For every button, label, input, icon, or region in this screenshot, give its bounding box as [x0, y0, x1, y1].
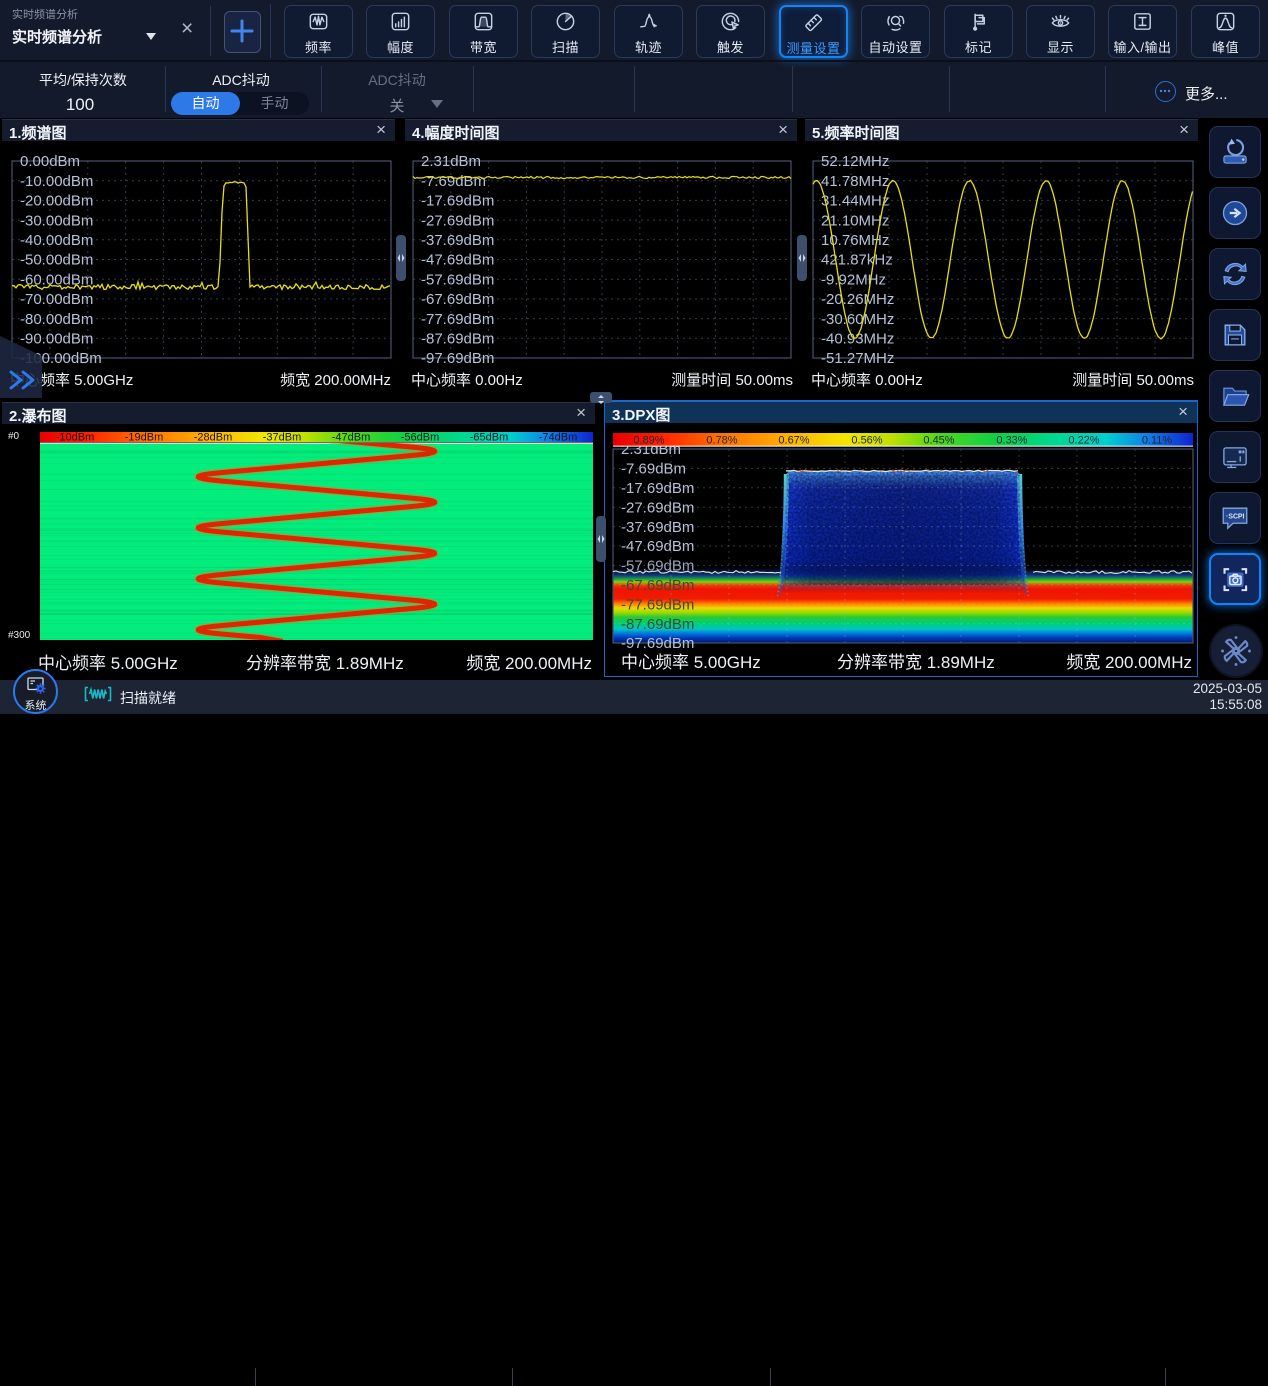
svg-text:-37.69dBm: -37.69dBm [421, 232, 494, 249]
svg-text:31.44MHz: 31.44MHz [821, 193, 889, 210]
svg-text:-20.26MHz: -20.26MHz [821, 291, 894, 308]
svg-text:-97.69dBm: -97.69dBm [421, 350, 494, 367]
svg-text:-37.69dBm: -37.69dBm [621, 519, 694, 536]
svg-text:41.78MHz: 41.78MHz [821, 173, 889, 190]
svg-text:-7.69dBm: -7.69dBm [421, 173, 486, 190]
svg-text:421.87kHz: 421.87kHz [821, 252, 893, 269]
svg-text:-10.00dBm: -10.00dBm [20, 173, 93, 190]
svg-text:-74dBm: -74dBm [539, 432, 578, 444]
svg-text:-67.69dBm: -67.69dBm [421, 291, 494, 308]
svg-text:#300: #300 [8, 630, 31, 641]
svg-text:-51.27MHz: -51.27MHz [821, 350, 894, 367]
svg-text:0.56%: 0.56% [851, 435, 882, 447]
svg-text:-10dBm: -10dBm [56, 432, 95, 444]
svg-text:-77.69dBm: -77.69dBm [621, 596, 694, 613]
svg-text:-20.00dBm: -20.00dBm [20, 193, 93, 210]
svg-text:-57.69dBm: -57.69dBm [621, 558, 694, 575]
svg-text:-50.00dBm: -50.00dBm [20, 252, 93, 269]
svg-text:-67.69dBm: -67.69dBm [621, 577, 694, 594]
svg-text:-27.69dBm: -27.69dBm [621, 499, 694, 516]
svg-text:-87.69dBm: -87.69dBm [621, 616, 694, 633]
svg-text:-47dBm: -47dBm [332, 432, 371, 444]
svg-text:0.22%: 0.22% [1068, 435, 1099, 447]
svg-text:-7.69dBm: -7.69dBm [621, 461, 686, 478]
svg-text:-9.92MHz: -9.92MHz [821, 271, 886, 288]
svg-text:·SCPI: ·SCPI [1226, 513, 1245, 520]
svg-text:-30.00dBm: -30.00dBm [20, 212, 93, 229]
svg-text:-56dBm: -56dBm [401, 432, 440, 444]
svg-text:0.11%: 0.11% [1142, 435, 1173, 447]
svg-text:-17.69dBm: -17.69dBm [421, 193, 494, 210]
svg-text:-65dBm: -65dBm [470, 432, 509, 444]
svg-text:0.78%: 0.78% [706, 435, 737, 447]
svg-text:-87.69dBm: -87.69dBm [421, 331, 494, 348]
svg-text:-40.93MHz: -40.93MHz [821, 331, 894, 348]
svg-text:-17.69dBm: -17.69dBm [621, 480, 694, 497]
svg-text:-27.69dBm: -27.69dBm [421, 212, 494, 229]
svg-text:0.89%: 0.89% [633, 435, 664, 447]
svg-text:-19dBm: -19dBm [125, 432, 164, 444]
svg-text:-30.60MHz: -30.60MHz [821, 311, 894, 328]
svg-text:-40.00dBm: -40.00dBm [20, 232, 93, 249]
svg-text:-77.69dBm: -77.69dBm [421, 311, 494, 328]
svg-text:-47.69dBm: -47.69dBm [421, 252, 494, 269]
svg-text:#0: #0 [8, 431, 20, 442]
svg-text:-57.69dBm: -57.69dBm [421, 271, 494, 288]
svg-text:2.31dBm: 2.31dBm [421, 153, 481, 170]
svg-text:52.12MHz: 52.12MHz [821, 153, 889, 170]
svg-text:-37dBm: -37dBm [263, 432, 302, 444]
svg-text:-70.00dBm: -70.00dBm [20, 291, 93, 308]
svg-text:0.33%: 0.33% [996, 435, 1027, 447]
svg-text:-47.69dBm: -47.69dBm [621, 538, 694, 555]
svg-text:-28dBm: -28dBm [194, 432, 233, 444]
svg-text:0.00dBm: 0.00dBm [20, 153, 80, 170]
svg-text:0.45%: 0.45% [923, 435, 954, 447]
svg-text:0.67%: 0.67% [778, 435, 809, 447]
svg-text:-80.00dBm: -80.00dBm [20, 311, 93, 328]
